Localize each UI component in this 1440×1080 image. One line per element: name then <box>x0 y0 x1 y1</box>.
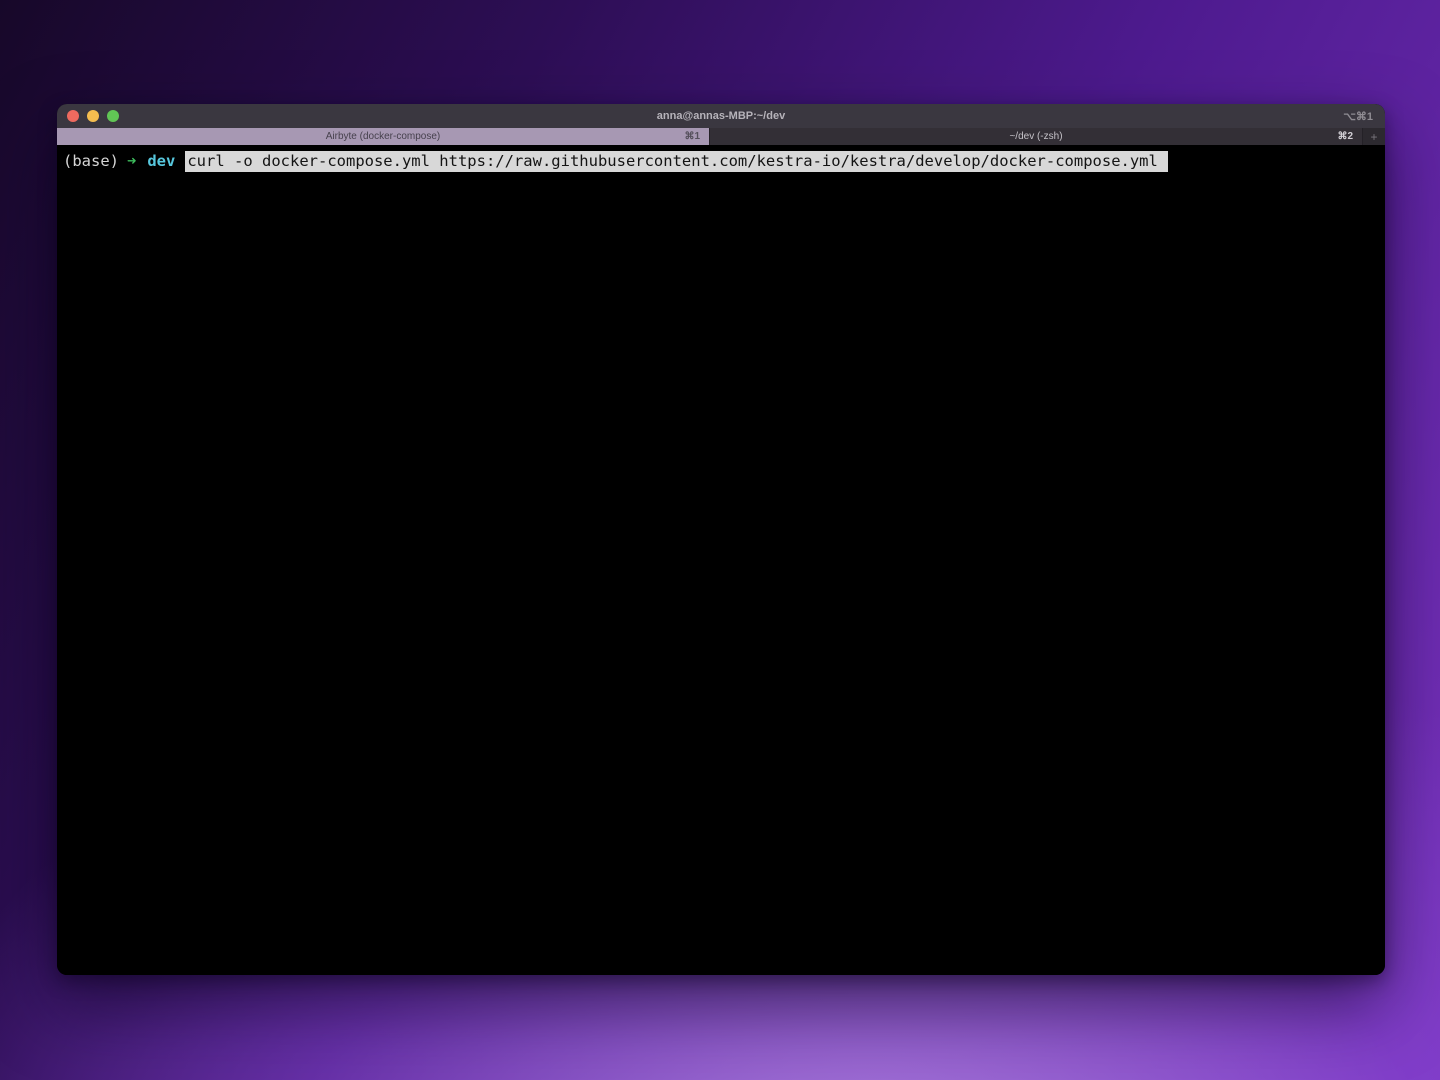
terminal-content[interactable]: (base) ➜ dev curl -o docker-compose.yml htt… <box>57 145 1385 975</box>
tab-airbyte-docker-compose[interactable]: Airbyte (docker-compose) ⌘1 <box>57 128 710 145</box>
tab-label: ~/dev (-zsh) <box>1009 131 1062 142</box>
tab-bar: Airbyte (docker-compose) ⌘1 ~/dev (-zsh)… <box>57 128 1385 145</box>
zoom-button[interactable] <box>107 110 119 122</box>
prompt-line: (base) ➜ dev curl -o docker-compose.yml htt… <box>63 150 1385 172</box>
tab-label: Airbyte (docker-compose) <box>326 131 440 142</box>
window-shortcut-label: ⌥⌘1 <box>1343 110 1373 123</box>
terminal-window: anna@annas-MBP:~/dev ⌥⌘1 Airbyte (docker… <box>57 104 1385 975</box>
conda-env-label: (base) <box>63 152 119 170</box>
desktop: { "window": { "title": "anna@annas-MBP:~… <box>0 0 1440 1080</box>
window-title: anna@annas-MBP:~/dev <box>57 110 1385 122</box>
prompt-arrow-icon: ➜ <box>127 152 136 170</box>
tab-shortcut-label: ⌘1 <box>684 131 700 142</box>
traffic-lights <box>67 110 119 122</box>
plus-icon: + <box>1370 130 1377 144</box>
selected-command-text: curl -o docker-compose.yml https://raw.g… <box>185 151 1168 172</box>
tab-shortcut-label: ⌘2 <box>1337 131 1353 142</box>
new-tab-button[interactable]: + <box>1363 128 1385 145</box>
current-directory-label: dev <box>147 152 175 170</box>
window-titlebar[interactable]: anna@annas-MBP:~/dev ⌥⌘1 <box>57 104 1385 128</box>
minimize-button[interactable] <box>87 110 99 122</box>
tab-dev-zsh[interactable]: ~/dev (-zsh) ⌘2 <box>710 128 1363 145</box>
close-button[interactable] <box>67 110 79 122</box>
